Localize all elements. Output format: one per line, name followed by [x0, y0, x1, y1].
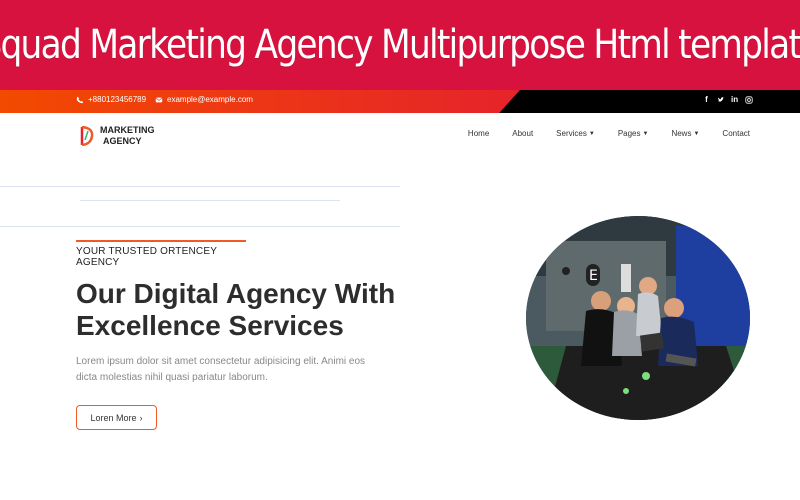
svg-text:E: E: [589, 268, 598, 284]
template-banner: Squad Marketing Agency Multipurpose Html…: [0, 0, 800, 90]
nav-item-services[interactable]: Services ▼: [556, 129, 595, 138]
team-meeting-illustration: E: [526, 216, 750, 420]
nav-menu: Home About Services ▼ Pages ▼ News ▼ Contac…: [468, 129, 750, 138]
nav-item-home-label: Home: [467, 129, 490, 138]
learn-more-button-label: Loren More: [90, 412, 137, 423]
nav-item-contact[interactable]: Contact: [722, 129, 750, 138]
nav-item-news[interactable]: News ▼: [671, 129, 699, 138]
hero-description: Lorem ipsum dolor sit amet consectetur a…: [76, 356, 366, 383]
facebook-icon[interactable]: f: [703, 96, 710, 104]
chevron-down-icon: ▼: [693, 130, 700, 137]
nav-item-home[interactable]: Home: [468, 129, 489, 138]
phone-number: +880123456789: [88, 95, 147, 104]
main-navbar: MARKETING AGENCY Home About Services ▼ Pa…: [0, 113, 800, 158]
hero-title-line-1: Our Digital Agency With: [76, 278, 396, 309]
email-icon: [155, 97, 163, 102]
chevron-down-icon: ▼: [642, 130, 649, 137]
chevron-down-icon: ▼: [588, 130, 595, 137]
phone-icon: [76, 96, 84, 103]
hero-title-line-2: Excellence Services: [76, 310, 344, 341]
social-links: f in: [703, 96, 753, 104]
nav-item-pages[interactable]: Pages ▼: [618, 129, 649, 138]
logo-line-2: AGENCY: [103, 136, 142, 146]
twitter-icon[interactable]: [717, 96, 725, 104]
logo-line-1: MARKETING: [100, 125, 155, 135]
hero-title: Our Digital Agency With Excellence Servi…: [76, 278, 456, 342]
hero-tagline: YOUR TRUSTED ORTENCEY AGENCY: [76, 240, 246, 268]
instagram-icon[interactable]: [745, 96, 753, 104]
site-logo[interactable]: MARKETING AGENCY: [80, 125, 155, 147]
linkedin-icon[interactable]: in: [731, 96, 738, 104]
decorative-line: [0, 226, 400, 227]
email-contact[interactable]: example@example.com: [155, 95, 253, 104]
nav-item-about-label: About: [512, 129, 534, 138]
top-bar: +880123456789 example@example.com f in: [0, 90, 800, 113]
phone-contact[interactable]: +880123456789: [76, 95, 146, 104]
nav-item-about[interactable]: About: [512, 129, 533, 138]
hero-image: E: [526, 216, 750, 420]
email-address: example@example.com: [167, 95, 253, 104]
learn-more-button[interactable]: Loren More ›: [76, 405, 157, 430]
logo-text: MARKETING AGENCY: [100, 125, 155, 147]
logo-mark-icon: [80, 126, 94, 146]
nav-item-contact-label: Contact: [722, 129, 750, 138]
decorative-line: [80, 200, 340, 201]
nav-item-news-label: News: [671, 129, 692, 138]
nav-item-services-label: Services: [556, 129, 587, 138]
nav-item-pages-label: Pages: [617, 129, 641, 138]
decorative-line: [0, 186, 400, 187]
chevron-right-icon: ›: [139, 412, 143, 423]
banner-title: Squad Marketing Agency Multipurpose Html…: [0, 22, 800, 68]
